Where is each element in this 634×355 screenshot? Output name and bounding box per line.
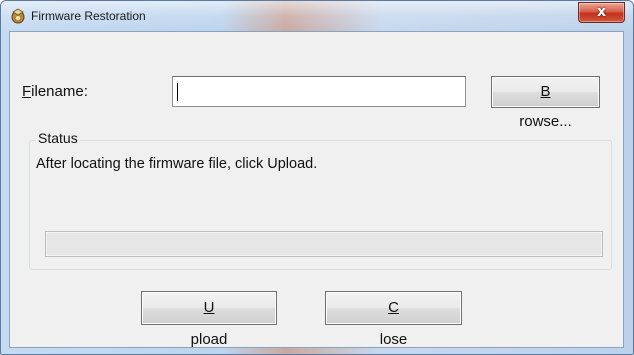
firmware-restoration-window: Firmware Restoration x Filename: Browse.… xyxy=(0,0,634,355)
status-message: After locating the firmware file, click … xyxy=(36,156,318,172)
close-icon: x xyxy=(596,4,607,20)
upload-progress-bar xyxy=(45,231,603,257)
close-window-button[interactable]: x xyxy=(578,2,625,23)
close-button[interactable]: Close xyxy=(325,291,462,348)
filename-input[interactable] xyxy=(172,76,466,107)
status-group-title: Status xyxy=(36,130,80,146)
browse-accelerator: B xyxy=(540,83,551,100)
browse-button[interactable]: Browse... xyxy=(491,76,600,130)
dialog-body: Filename: Browse... Status After locatin… xyxy=(9,31,624,348)
close-label: lose xyxy=(379,331,408,348)
text-caret xyxy=(177,83,178,101)
filename-label-text: ilename: xyxy=(31,83,88,100)
window-title: Firmware Restoration xyxy=(31,9,146,23)
title-bar[interactable]: Firmware Restoration x xyxy=(1,1,633,31)
browse-label: rowse... xyxy=(519,113,572,130)
upload-button[interactable]: Upload xyxy=(141,291,277,348)
firmware-restoration-icon xyxy=(11,8,25,24)
upload-label: pload xyxy=(190,331,228,348)
filename-label: Filename: xyxy=(22,83,88,100)
upload-accelerator: U xyxy=(203,299,215,316)
filename-accelerator: F xyxy=(22,83,32,100)
close-accelerator: C xyxy=(388,299,399,316)
